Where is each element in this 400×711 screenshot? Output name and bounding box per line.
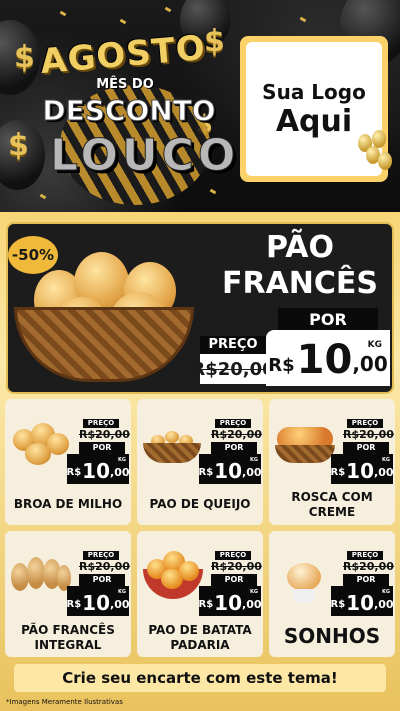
cta-banner[interactable]: Crie seu encarte com este tema!: [14, 664, 386, 692]
card-product-name: PÃO FRANCÊS INTEGRAL: [21, 623, 115, 652]
hero-product-name: PÃO FRANCÊS: [210, 230, 390, 302]
card-por-label: POR: [343, 574, 389, 586]
title-mes-do: MÊS DO: [96, 77, 154, 92]
card-preco-label: PREÇO: [347, 551, 383, 560]
logo-text-line1: Sua Logo: [262, 79, 366, 104]
product-card[interactable]: PREÇO R$20,00 POR R$ 10 ,00 KG ROSCA COM…: [269, 399, 395, 525]
card-price-decimal: ,00: [242, 598, 262, 611]
pao-frances-integral-image: [9, 549, 71, 599]
card-por-label: POR: [211, 442, 257, 454]
card-por-label: POR: [343, 442, 389, 454]
card-price-decimal: ,00: [110, 598, 130, 611]
card-price-decimal: ,00: [242, 466, 262, 479]
card-price-integer: 10: [214, 459, 243, 483]
card-price-integer: 10: [82, 591, 111, 615]
confetti-decoration: [299, 16, 307, 23]
product-card[interactable]: PREÇO R$20,00 POR R$ 10 ,00 KG SONHOS: [269, 531, 395, 657]
discount-badge: -50%: [8, 236, 58, 274]
product-card[interactable]: PREÇO R$20,00 POR R$ 10 ,00 KG PÃO FRANC…: [5, 531, 131, 657]
product-card[interactable]: PREÇO R$20,00 POR R$ 10 ,00 KG PAO DE BA…: [137, 531, 263, 657]
hero-preco-label: PREÇO: [200, 336, 266, 354]
header-banner: $ $ $ $ AGOSTO MÊS DO DESCONTO LOUCO Sua…: [0, 0, 400, 212]
hero-name-line1: PÃO: [266, 230, 334, 265]
hero-old-price: R$20,00: [191, 354, 275, 384]
title-agosto: AGOSTO: [38, 27, 208, 83]
card-new-price: R$ 10 ,00 KG: [198, 454, 262, 484]
pao-de-batata-image: [141, 549, 203, 599]
hero-currency: R$: [268, 355, 295, 376]
card-price-integer: 10: [214, 591, 243, 615]
card-product-name: ROSCA COM CREME: [291, 490, 373, 519]
card-new-price: R$ 10 ,00 KG: [330, 454, 394, 484]
card-por-label: POR: [79, 574, 125, 586]
card-old-price: R$20,00: [211, 560, 262, 573]
logo-text-line2: Aqui: [275, 103, 353, 139]
confetti-decoration: [164, 6, 172, 13]
card-preco-label: PREÇO: [83, 551, 119, 560]
card-currency: R$: [330, 467, 346, 478]
card-currency: R$: [330, 599, 346, 610]
card-preco-label: PREÇO: [83, 419, 119, 428]
card-unit: KG: [118, 457, 126, 463]
hero-price-integer: 10: [296, 337, 353, 383]
card-product-name: PAO DE BATATA PADARIA: [148, 623, 252, 652]
rosca-com-creme-image: [273, 417, 335, 467]
sonhos-image: [273, 549, 335, 603]
hero-new-price: R$ 10 ,00 KG: [266, 330, 390, 386]
pao-de-queijo-image: [141, 417, 203, 467]
card-product-name: SONHOS: [283, 624, 381, 648]
card-price-integer: 10: [82, 459, 111, 483]
card-unit: KG: [382, 589, 390, 595]
hero-por-label: POR: [278, 308, 378, 330]
card-new-price: R$ 10 ,00 KG: [66, 454, 130, 484]
card-currency: R$: [66, 467, 82, 478]
hero-price-decimal: ,00: [352, 352, 388, 376]
card-unit: KG: [118, 589, 126, 595]
confetti-decoration: [59, 10, 67, 17]
card-currency: R$: [198, 467, 214, 478]
card-product-name: PAO DE QUEIJO: [149, 497, 251, 511]
hero-unit: KG: [367, 340, 382, 350]
title-desconto: DESCONTO: [42, 94, 216, 128]
card-new-price: R$ 10 ,00 KG: [330, 586, 394, 616]
card-price-decimal: ,00: [374, 466, 394, 479]
card-old-price: R$20,00: [79, 560, 130, 573]
card-unit: KG: [382, 457, 390, 463]
card-price-decimal: ,00: [110, 466, 130, 479]
card-currency: R$: [66, 599, 82, 610]
card-new-price: R$ 10 ,00 KG: [66, 586, 130, 616]
card-price-integer: 10: [346, 459, 375, 483]
card-old-price: R$20,00: [343, 560, 394, 573]
card-product-name: BROA DE MILHO: [13, 497, 123, 511]
card-old-price: R$20,00: [79, 428, 130, 441]
card-old-price: R$20,00: [211, 428, 262, 441]
disclaimer-note: *Imagens Meramente Ilustrativas: [6, 698, 123, 706]
product-card[interactable]: PREÇO R$20,00 POR R$ 10 ,00 KG BROA DE M…: [5, 399, 131, 525]
card-price-integer: 10: [346, 591, 375, 615]
card-currency: R$: [198, 599, 214, 610]
card-price-decimal: ,00: [374, 598, 394, 611]
card-preco-label: PREÇO: [215, 551, 251, 560]
hero-name-line2: FRANCÊS: [221, 266, 379, 301]
card-por-label: POR: [79, 442, 125, 454]
title-louco: LOUCO: [50, 130, 240, 182]
card-new-price: R$ 10 ,00 KG: [198, 586, 262, 616]
card-old-price: R$20,00: [343, 428, 394, 441]
confetti-decoration: [119, 18, 127, 25]
card-por-label: POR: [211, 574, 257, 586]
card-preco-label: PREÇO: [215, 419, 251, 428]
campaign-title: AGOSTO MÊS DO DESCONTO LOUCO: [20, 27, 240, 205]
product-card[interactable]: PREÇO R$20,00 POR R$ 10 ,00 KG PAO DE QU…: [137, 399, 263, 525]
broa-de-milho-image: [9, 417, 71, 467]
gold-balloons-icon: [354, 130, 394, 180]
card-unit: KG: [250, 457, 258, 463]
card-unit: KG: [250, 589, 258, 595]
card-preco-label: PREÇO: [347, 419, 383, 428]
